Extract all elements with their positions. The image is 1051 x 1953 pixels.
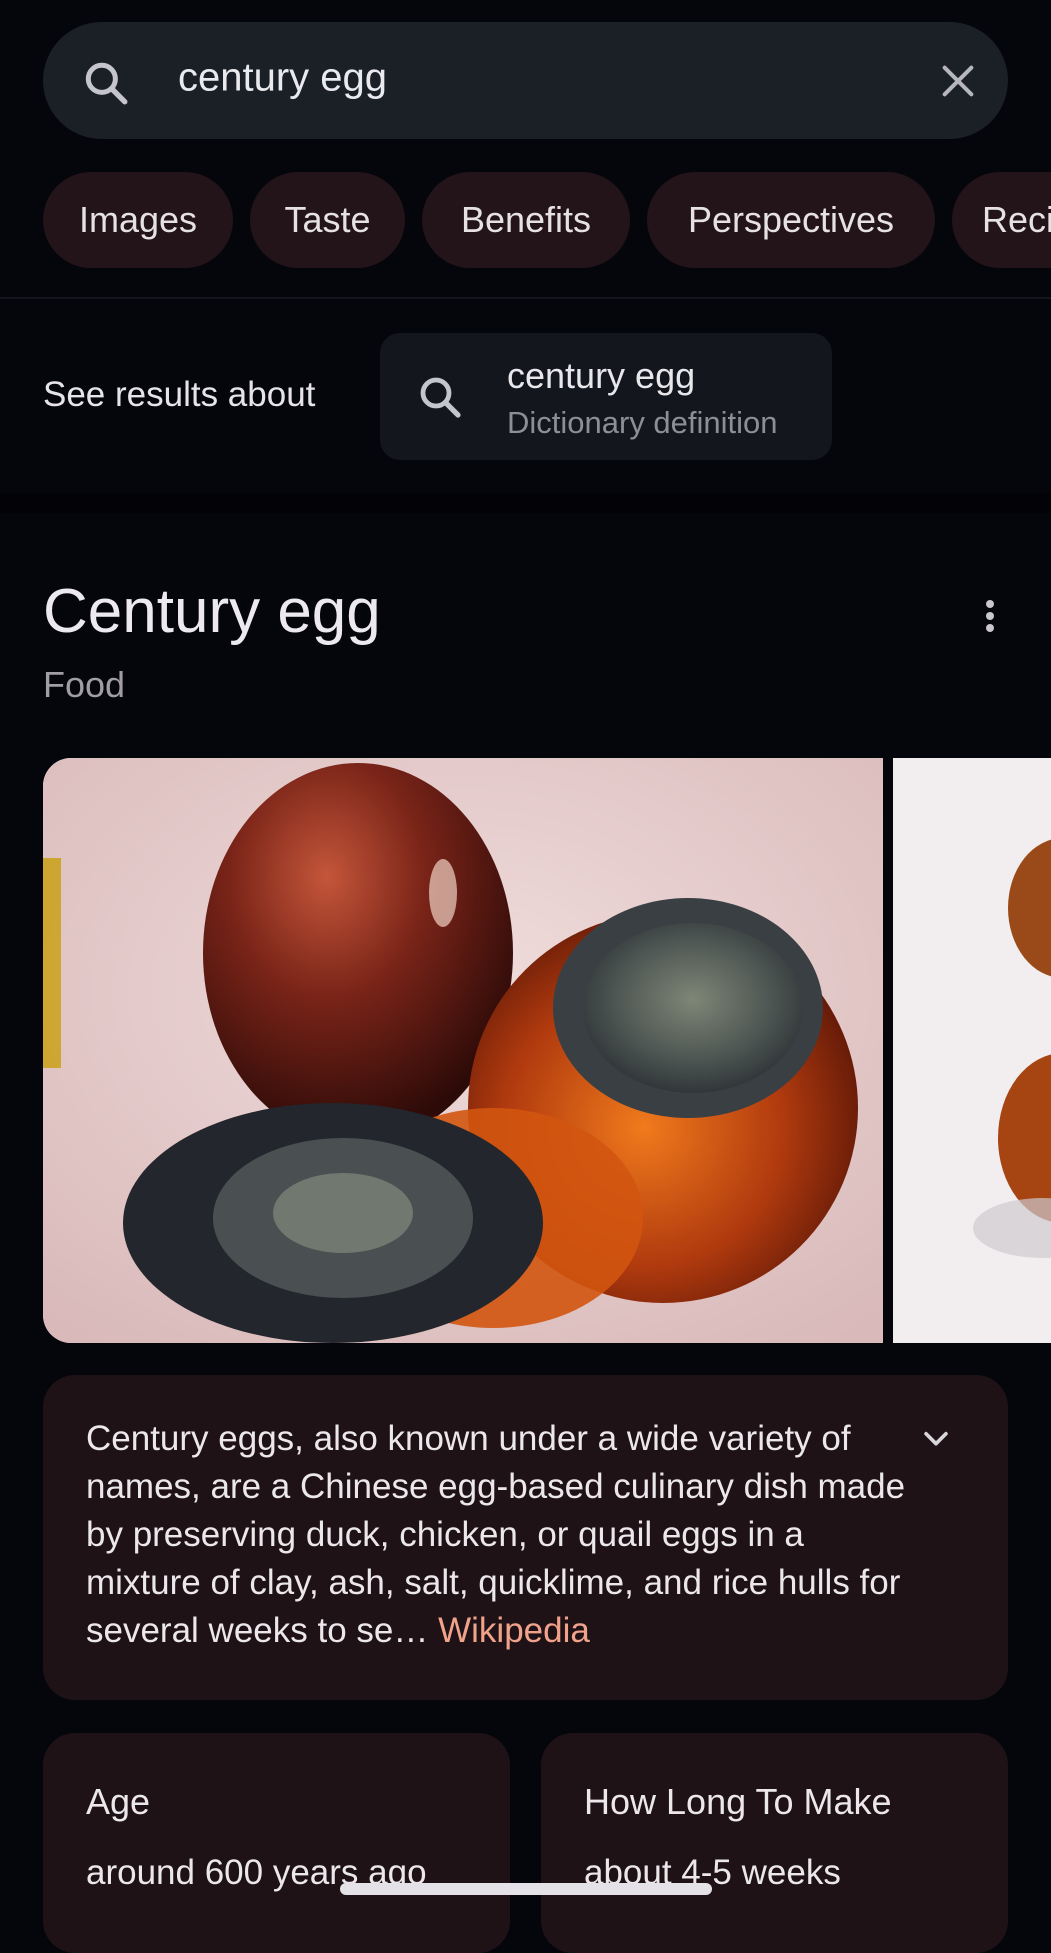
knowledge-panel-subtitle: Food	[43, 664, 126, 705]
dictionary-definition-card[interactable]: century egg Dictionary definition	[380, 333, 832, 460]
wikipedia-link[interactable]: Wikipedia	[438, 1611, 590, 1650]
chip-images[interactable]: Images	[43, 172, 233, 268]
clear-search-button[interactable]	[930, 53, 986, 109]
close-icon	[942, 65, 974, 97]
description-card: Century eggs, also known under a wide va…	[43, 1375, 1008, 1700]
dictionary-card-title: century egg	[507, 355, 696, 396]
section-separator	[0, 493, 1051, 513]
search-icon	[420, 377, 461, 418]
description-text: Century eggs, also known under a wide va…	[86, 1415, 916, 1655]
home-indicator[interactable]	[340, 1883, 712, 1895]
fact-card-how-long-to-make[interactable]: How Long To Make about 4-5 weeks	[541, 1733, 1008, 1953]
chip-perspectives[interactable]: Perspectives	[647, 172, 935, 268]
knowledge-panel-title: Century egg	[43, 577, 381, 646]
filter-chips: Images Taste Benefits Perspectives Reci	[0, 172, 1051, 268]
chip-recipes[interactable]: Reci	[952, 172, 1051, 268]
see-results-label: See results about	[43, 375, 316, 414]
dictionary-card-subtitle: Dictionary definition	[507, 405, 778, 440]
expand-description-button[interactable]	[911, 1413, 961, 1463]
search-icon	[85, 62, 128, 105]
fact-label: Age	[86, 1781, 151, 1822]
century-egg-image-2[interactable]	[893, 758, 1051, 1343]
more-options-button[interactable]	[972, 594, 1008, 638]
century-egg-image[interactable]	[43, 758, 883, 1343]
fact-label: How Long To Make	[584, 1781, 892, 1822]
chip-taste[interactable]: Taste	[250, 172, 405, 268]
more-vert-icon	[986, 600, 994, 608]
chip-benefits[interactable]: Benefits	[422, 172, 630, 268]
century-egg-photo-2	[893, 758, 1051, 1343]
century-egg-photo	[43, 758, 883, 1343]
search-input[interactable]	[178, 55, 878, 101]
fact-card-age[interactable]: Age around 600 years ago	[43, 1733, 510, 1953]
chevron-down-icon	[924, 1431, 948, 1446]
divider	[0, 297, 1051, 299]
search-bar[interactable]	[43, 22, 1008, 139]
